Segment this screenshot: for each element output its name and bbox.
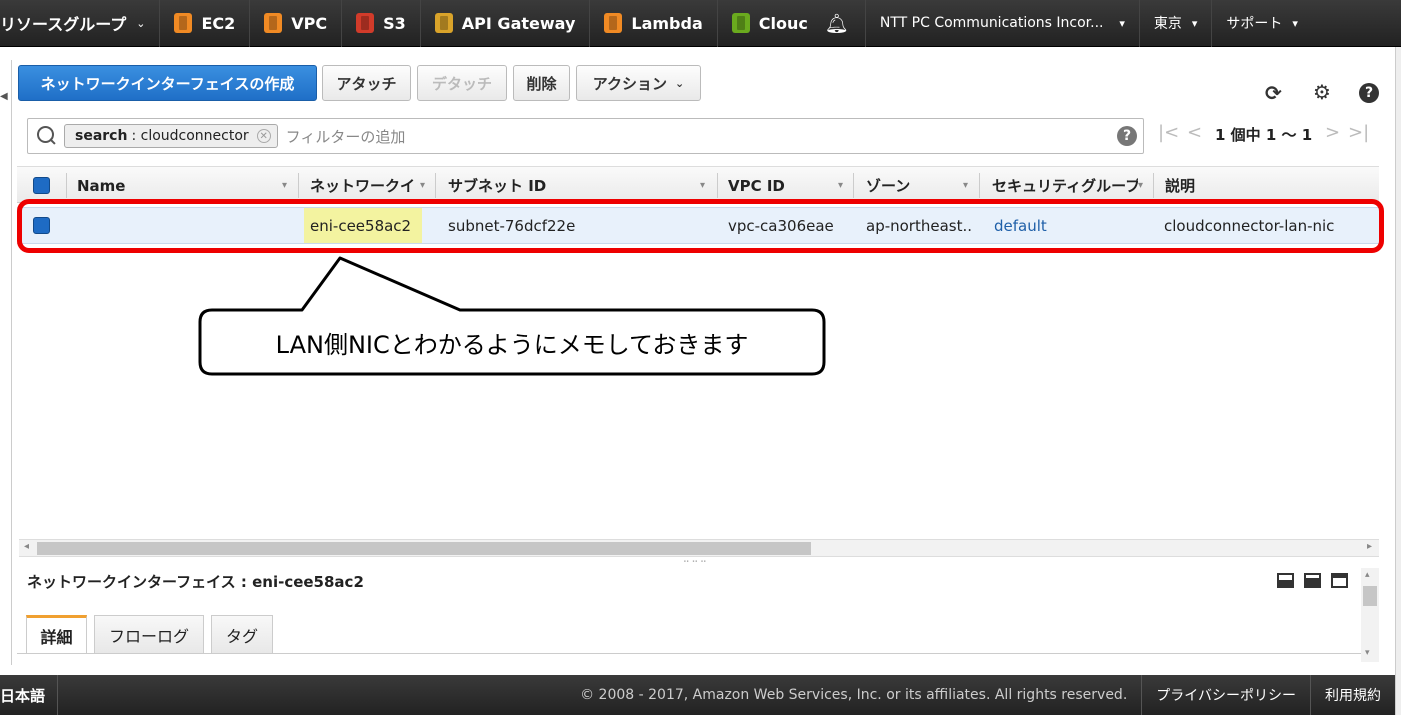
search-token[interactable]: search : cloudconnector ✕ xyxy=(64,124,278,148)
search-token-value: : cloudconnector xyxy=(131,128,249,144)
nav-service-label: API Gateway xyxy=(461,13,576,33)
footer-bar: 日本語 © 2008 - 2017, Amazon Web Services, … xyxy=(0,675,1395,715)
scrollbar-thumb[interactable] xyxy=(1363,586,1377,606)
ec2-icon xyxy=(174,13,193,33)
table-horizontal-scrollbar[interactable]: ◂ ▸ xyxy=(19,539,1379,557)
nav-service-ec2[interactable]: EC2 xyxy=(160,0,251,47)
search-help-icon[interactable]: ? xyxy=(1117,126,1137,146)
nav-service-label: VPC xyxy=(291,13,328,33)
search-token-key: search xyxy=(75,128,128,144)
api-gateway-icon xyxy=(434,13,453,33)
copyright-text: © 2008 - 2017, Amazon Web Services, Inc.… xyxy=(580,687,1128,703)
resource-groups-label: リソースグループ xyxy=(0,15,127,34)
tab-tags[interactable]: タグ xyxy=(211,615,273,653)
layout-bottom-icon[interactable] xyxy=(1277,573,1294,588)
bell-icon[interactable]: 🔔︎ xyxy=(809,0,866,47)
scroll-right-icon[interactable]: ▸ xyxy=(1367,541,1372,552)
detail-panel-title: ネットワークインターフェイス : eni-cee58ac2 xyxy=(27,573,364,591)
search-icon xyxy=(36,125,58,147)
layout-split-icon[interactable] xyxy=(1304,573,1321,588)
sort-icon[interactable]: ▾ xyxy=(282,180,287,191)
scroll-down-icon[interactable]: ▾ xyxy=(1365,648,1370,658)
gear-icon[interactable]: ⚙ xyxy=(1313,80,1331,104)
callout-text: LAN側NICとわかるようにメモしておきます xyxy=(275,330,749,359)
nav-service-label: Clouc xyxy=(758,13,808,33)
column-divider xyxy=(66,173,67,198)
chevron-down-icon: ⌄ xyxy=(675,76,685,90)
detach-button[interactable]: デタッチ xyxy=(417,65,507,101)
account-label: NTT PC Communications Incor... xyxy=(879,15,1104,31)
scrollbar-thumb[interactable] xyxy=(37,542,811,555)
nav-service-api-gateway[interactable]: API Gateway xyxy=(421,0,591,47)
nav-service-label: EC2 xyxy=(201,13,236,33)
nav-service-lambda[interactable]: Lambda xyxy=(590,0,718,47)
column-divider xyxy=(979,173,980,198)
support-menu[interactable]: サポート ▾ xyxy=(1212,0,1312,47)
attach-button[interactable]: アタッチ xyxy=(322,65,411,101)
column-divider xyxy=(1153,173,1154,198)
top-navigation-bar: リソースグループ ⌄ EC2 VPC S3 API Gateway Lambda… xyxy=(0,0,1401,47)
sort-icon[interactable]: ▾ xyxy=(700,180,705,191)
panel-resize-handle[interactable]: ⠒⠒⠒ xyxy=(683,558,709,568)
filter-placeholder[interactable]: フィルターの追加 xyxy=(286,126,406,147)
first-page-icon[interactable]: |< xyxy=(1158,122,1179,143)
support-label: サポート xyxy=(1226,16,1283,32)
row-highlight-annotation xyxy=(17,199,1384,253)
nav-service-label: Lambda xyxy=(631,13,703,33)
language-selector[interactable]: 日本語 xyxy=(0,675,59,715)
terms-link[interactable]: 利用規約 xyxy=(1310,675,1395,715)
sidebar-toggle-icon[interactable]: ◀ xyxy=(0,91,8,102)
refresh-icon[interactable]: ⟳ xyxy=(1265,81,1282,105)
s3-icon xyxy=(356,13,375,33)
privacy-policy-link[interactable]: プライバシーポリシー xyxy=(1141,675,1310,715)
select-all-checkbox[interactable] xyxy=(33,177,50,194)
window-edge xyxy=(1395,47,1401,715)
scroll-left-icon[interactable]: ◂ xyxy=(24,541,29,552)
prev-page-icon[interactable]: < xyxy=(1187,122,1202,143)
column-divider xyxy=(853,173,854,198)
tab-flow-logs[interactable]: フローログ xyxy=(94,615,204,653)
sort-icon[interactable]: ▾ xyxy=(420,180,425,191)
chevron-down-icon: ▾ xyxy=(1292,16,1298,30)
resource-groups-menu[interactable]: リソースグループ ⌄ xyxy=(0,0,161,47)
nav-service-cloud[interactable]: Clouc xyxy=(718,0,809,47)
tab-details[interactable]: 詳細 xyxy=(26,615,87,654)
chevron-down-icon: ⌄ xyxy=(136,16,146,30)
region-label: 東京 xyxy=(1153,16,1182,32)
tab-divider xyxy=(17,653,1361,654)
nav-service-label: S3 xyxy=(383,13,406,33)
column-divider xyxy=(435,173,436,198)
sidebar-collapse-edge xyxy=(0,60,12,665)
account-menu[interactable]: NTT PC Communications Incor... ▾ xyxy=(866,0,1140,47)
delete-button[interactable]: 削除 xyxy=(513,65,570,101)
remove-token-icon[interactable]: ✕ xyxy=(256,129,271,143)
vpc-icon xyxy=(264,13,283,33)
sort-icon[interactable]: ▾ xyxy=(838,180,843,191)
lambda-icon xyxy=(604,13,623,33)
actions-label: アクション xyxy=(592,74,668,93)
cloud-icon xyxy=(731,13,750,33)
chevron-down-icon: ▾ xyxy=(1119,16,1125,30)
column-divider xyxy=(298,173,299,198)
chevron-down-icon: ▾ xyxy=(1191,16,1198,30)
detail-vertical-scrollbar[interactable]: ▴ ▾ xyxy=(1361,568,1379,662)
layout-top-icon[interactable] xyxy=(1331,573,1348,588)
column-divider xyxy=(717,173,718,198)
pagination-status: 1 個中 1 ～ 1 xyxy=(1215,126,1313,144)
scroll-up-icon[interactable]: ▴ xyxy=(1365,570,1370,580)
sort-icon[interactable]: ▾ xyxy=(1138,180,1143,191)
nav-service-s3[interactable]: S3 xyxy=(342,0,421,47)
region-menu[interactable]: 東京 ▾ xyxy=(1140,0,1213,47)
table-header: Name ▾ ネットワークイ ▾ サブネット ID ▾ VPC ID ▾ ゾーン… xyxy=(17,166,1379,203)
nav-service-vpc[interactable]: VPC xyxy=(250,0,343,47)
next-page-icon[interactable]: > xyxy=(1325,122,1340,143)
create-network-interface-button[interactable]: ネットワークインターフェイスの作成 xyxy=(18,65,317,101)
sort-icon[interactable]: ▾ xyxy=(963,180,968,191)
search-filter-bar[interactable]: search : cloudconnector ✕ フィルターの追加 ? xyxy=(27,118,1144,154)
actions-dropdown[interactable]: アクション ⌄ xyxy=(576,65,701,101)
last-page-icon[interactable]: >| xyxy=(1348,122,1369,143)
help-icon[interactable]: ? xyxy=(1359,83,1379,103)
